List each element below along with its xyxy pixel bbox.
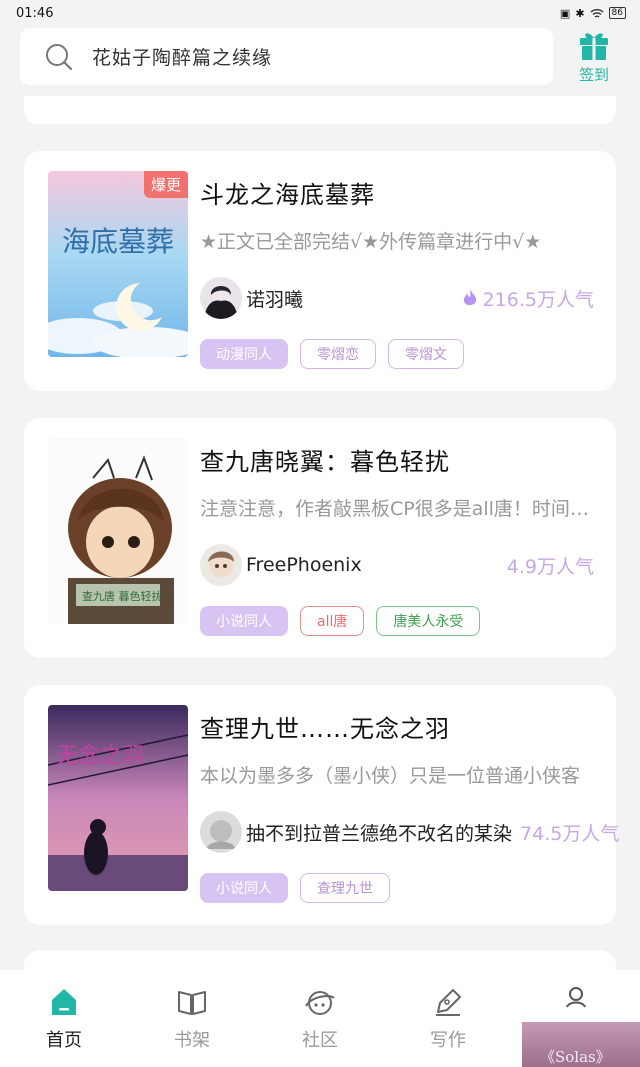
nav-label: 首页 — [46, 1030, 82, 1051]
flame-icon — [463, 289, 476, 306]
status-time: 01:46 — [16, 5, 54, 21]
book-icon — [178, 991, 206, 1015]
cover-art: 无念之羽 — [48, 705, 188, 891]
tag[interactable]: 小说同人 — [200, 873, 288, 903]
popularity-value: 4.9万人气 — [506, 555, 594, 578]
search-input[interactable]: 花姑子陶醉篇之续缘 — [20, 28, 553, 85]
popularity: 74.5万人气 — [520, 819, 619, 846]
book-card[interactable]: 海底墓葬 爆更 斗龙之海底墓葬 ★正文已全部完结√★外传篇章进行中√★ 诺羽曦 … — [24, 151, 616, 391]
author-name[interactable]: FreePhoenix — [246, 554, 362, 576]
tag[interactable]: 小说同人 — [200, 606, 288, 636]
book-cover[interactable]: 海底墓葬 爆更 — [48, 171, 188, 357]
cover-art: 海底墓葬 — [48, 171, 188, 357]
cover-title: 海底墓葬 — [62, 225, 174, 258]
home-icon — [52, 989, 76, 1015]
nav-bookshelf[interactable]: 书架 — [128, 970, 256, 1067]
cover-title: 查九唐 暮色轻扰 — [82, 589, 163, 603]
book-card[interactable]: 查九唐 暮色轻扰 查九唐晓翼：暮色轻扰 注意注意，作者敲黑板CP很多是all唐！… — [24, 418, 616, 658]
bluetooth-icon: ✱ — [575, 6, 585, 20]
cover-art: 查九唐 暮色轻扰 — [48, 438, 188, 624]
top-bar: 花姑子陶醉篇之续缘 签到 — [0, 26, 640, 92]
book-title[interactable]: 查理九世……无念之羽 — [200, 709, 450, 744]
nav-label: 社区 — [302, 1030, 338, 1051]
nav-label: 书架 — [174, 1030, 210, 1051]
popularity-value: 74.5万人气 — [520, 822, 620, 845]
vibrate-icon: ▣ — [559, 6, 571, 20]
book-description: ★正文已全部完结√★外传篇章进行中√★ — [200, 231, 542, 253]
author-row: 抽不到拉普兰德绝不改名的某染 74.5万人气 — [200, 811, 640, 853]
author-row: 诺羽曦 216.5万人气 — [200, 277, 594, 319]
author-name[interactable]: 抽不到拉普兰德绝不改名的某染 — [246, 819, 512, 846]
nav-label: 写作 — [430, 1030, 466, 1051]
author-row: FreePhoenix 4.9万人气 — [200, 544, 594, 586]
floating-preview-text: 《Solas》 — [540, 1048, 611, 1066]
book-cover[interactable]: 查九唐 暮色轻扰 — [48, 438, 188, 624]
book-title[interactable]: 斗龙之海底墓葬 — [200, 175, 375, 210]
search-icon — [46, 43, 73, 70]
checkin-button[interactable]: 签到 — [570, 28, 618, 86]
popularity-value: 216.5万人气 — [482, 288, 594, 311]
pen-icon — [436, 989, 461, 1016]
author-avatar[interactable] — [200, 811, 242, 853]
checkin-label: 签到 — [578, 66, 609, 84]
tag[interactable]: 零熠恋 — [300, 339, 376, 369]
book-cover[interactable]: 无念之羽 — [48, 705, 188, 891]
author-name[interactable]: 诺羽曦 — [246, 285, 303, 312]
gift-icon — [580, 33, 608, 60]
book-title[interactable]: 查九唐晓翼：暮色轻扰 — [200, 442, 450, 477]
cover-title: 无念之羽 — [56, 744, 144, 769]
author-avatar[interactable] — [200, 544, 242, 586]
nav-home[interactable]: 首页 — [0, 970, 128, 1067]
status-bar: 01:46 ▣ ✱ 86 — [0, 0, 640, 26]
tag-list: 小说同人 all唐 唐美人永受 — [200, 606, 481, 636]
search-placeholder: 花姑子陶醉篇之续缘 — [92, 47, 273, 69]
popularity: 216.5万人气 — [461, 285, 594, 312]
author-avatar[interactable] — [200, 277, 242, 319]
status-icons: ▣ ✱ 86 — [560, 7, 626, 20]
nav-write[interactable]: 写作 — [384, 970, 512, 1067]
tag[interactable]: 唐美人永受 — [376, 606, 481, 636]
popularity: 4.9万人气 — [507, 552, 594, 579]
tag-list: 动漫同人 零熠恋 零熠文 — [200, 339, 464, 369]
book-description: 本以为墨多多（墨小侠）只是一位普通小侠客 — [200, 765, 581, 787]
battery-icon: 86 — [608, 7, 626, 19]
floating-preview[interactable]: 《Solas》 — [522, 1022, 640, 1067]
tag[interactable]: 零熠文 — [388, 339, 464, 369]
book-card[interactable]: 无念之羽 查理九世……无念之羽 本以为墨多多（墨小侠）只是一位普通小侠客 抽不到… — [24, 685, 619, 925]
book-description: 注意注意，作者敲黑板CP很多是all唐！时间线混乱 — [200, 498, 594, 520]
previous-card-tail — [24, 96, 616, 124]
tag[interactable]: 动漫同人 — [200, 339, 288, 369]
tag[interactable]: 查理九世 — [300, 873, 390, 903]
wifi-icon — [590, 8, 604, 18]
planet-icon — [305, 991, 335, 1015]
nav-community[interactable]: 社区 — [256, 970, 384, 1067]
user-icon — [566, 987, 586, 1008]
tag-list: 小说同人 查理九世 — [200, 873, 390, 903]
hot-badge: 爆更 — [143, 171, 188, 198]
tag[interactable]: all唐 — [300, 606, 365, 636]
